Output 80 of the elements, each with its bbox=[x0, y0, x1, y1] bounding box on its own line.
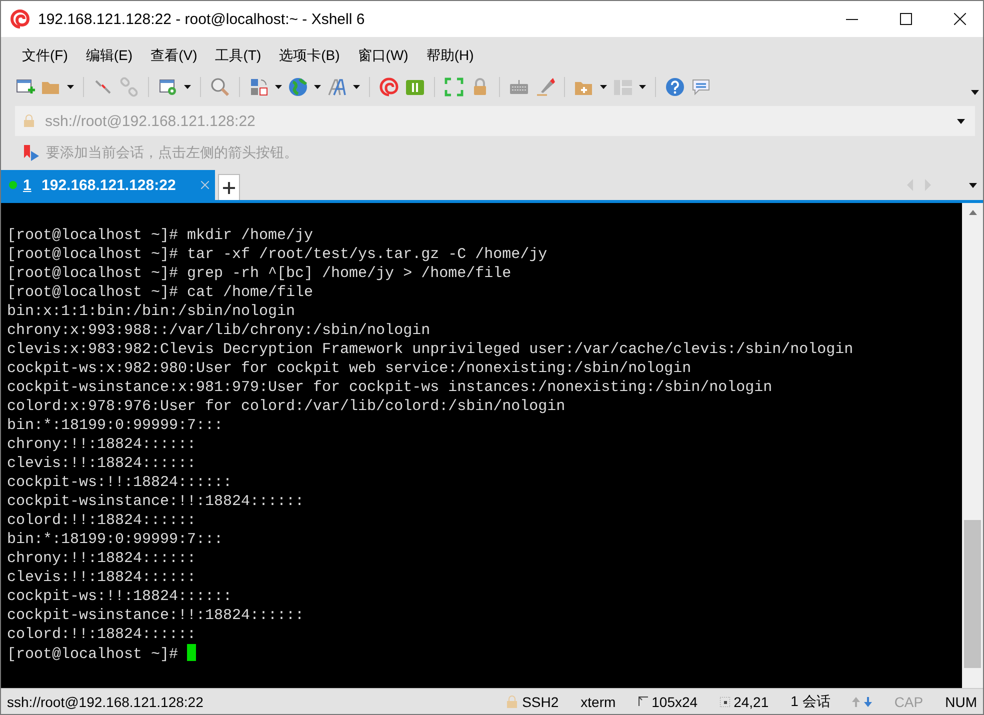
terminal-size-text: 105x24 bbox=[652, 694, 698, 710]
terminal-line: colord:!!:18824:::::: bbox=[7, 511, 198, 530]
cursor bbox=[187, 644, 196, 661]
caret-icon[interactable] bbox=[353, 85, 360, 89]
terminal-line: [root@localhost ~]# mkdir /home/jy bbox=[7, 226, 314, 245]
new-tab-button[interactable] bbox=[218, 174, 240, 200]
caret-icon[interactable] bbox=[67, 85, 74, 89]
maximize-icon[interactable] bbox=[900, 13, 912, 25]
protocol-text: SSH2 bbox=[522, 694, 559, 710]
minimize-icon[interactable] bbox=[846, 18, 858, 20]
font-icon[interactable] bbox=[327, 77, 347, 97]
spiral-icon[interactable] bbox=[379, 77, 399, 97]
caret-icon[interactable] bbox=[184, 85, 191, 89]
highlighter-icon[interactable] bbox=[535, 77, 555, 97]
terminal-line: cockpit-wsinstance:x:981:979:User for cockpit-ws instances:/nonexisting:/sbin/nologin bbox=[7, 378, 774, 397]
menu-item[interactable]: 帮助(H) bbox=[417, 47, 483, 65]
terminal-line: clevis:!!:18824:::::: bbox=[7, 568, 198, 587]
terminal-type-text: xterm bbox=[580, 694, 616, 710]
menu-item[interactable]: 文件(F) bbox=[13, 47, 77, 65]
properties-icon[interactable] bbox=[158, 77, 178, 97]
terminal-line: cockpit-wsinstance:!!:18824:::::: bbox=[7, 606, 306, 625]
connection-text: ssh://root@192.168.121.128:22 bbox=[7, 694, 204, 710]
up-arrow-icon bbox=[852, 696, 860, 706]
terminal-line: cockpit-ws:x:982:980:User for cockpit web service:/nonexisting:/sbin/nologin bbox=[7, 359, 692, 378]
session-count-text: 1 会话 bbox=[790, 692, 830, 710]
terminal-line: chrony:x:993:988::/var/lib/chrony:/sbin/nologin bbox=[7, 321, 432, 340]
terminal-line: [root@localhost ~]# tar -xf /root/test/ys.tar.gz -C /home/jy bbox=[7, 245, 548, 264]
tile-icon[interactable] bbox=[613, 77, 633, 97]
cursor-position-icon bbox=[720, 696, 730, 706]
caret-icon[interactable] bbox=[600, 85, 607, 89]
terminal-line: colord:!!:18824:::::: bbox=[7, 625, 198, 644]
menu-item[interactable]: 窗口(W) bbox=[348, 47, 418, 65]
caps-lock-indicator: CAP bbox=[894, 694, 924, 710]
fullscreen-icon[interactable] bbox=[444, 77, 464, 97]
cursor-position-text: 24,21 bbox=[734, 694, 769, 710]
arrow-icon[interactable] bbox=[23, 144, 40, 162]
caret-icon[interactable] bbox=[275, 85, 282, 89]
terminal-line: cockpit-ws:!!:18824:::::: bbox=[7, 473, 234, 492]
terminal-line: bin:x:1:1:bin:/bin:/sbin/nologin bbox=[7, 302, 296, 321]
lock-icon bbox=[23, 114, 35, 128]
resize-icon bbox=[638, 696, 648, 707]
lock-icon bbox=[506, 694, 518, 708]
session-tab[interactable]: 1 192.168.121.128:22 bbox=[1, 170, 215, 200]
terminal-line: clevis:!!:18824:::::: bbox=[7, 454, 198, 473]
down-arrow-icon bbox=[864, 696, 872, 706]
menu-item[interactable]: 选项卡(B) bbox=[270, 47, 349, 65]
terminal-prompt: [root@localhost ~]# bbox=[7, 646, 180, 663]
app-logo-icon bbox=[10, 9, 30, 29]
caret-icon[interactable] bbox=[971, 90, 979, 95]
window-title: 192.168.121.128:22 - root@localhost:~ - Xshell 6 bbox=[38, 10, 366, 28]
dropdown-caret-icon[interactable] bbox=[957, 118, 965, 124]
up-arrow-icon[interactable] bbox=[968, 210, 976, 215]
keyboard-icon[interactable] bbox=[509, 77, 529, 97]
menu-item[interactable]: 编辑(E) bbox=[76, 47, 142, 65]
caret-icon[interactable] bbox=[969, 182, 977, 188]
scrollbar-thumb[interactable] bbox=[964, 520, 981, 668]
plus-icon[interactable] bbox=[223, 182, 235, 194]
scrollbar[interactable] bbox=[962, 203, 983, 688]
close-icon[interactable] bbox=[954, 13, 966, 25]
terminal-line: chrony:!!:18824:::::: bbox=[7, 549, 198, 568]
menu-item[interactable]: 查看(V) bbox=[142, 47, 206, 65]
num-lock-indicator: NUM bbox=[945, 694, 977, 710]
terminal-line: chrony:!!:18824:::::: bbox=[7, 435, 198, 454]
layout-icon[interactable] bbox=[249, 77, 269, 97]
globe-icon[interactable] bbox=[288, 77, 308, 97]
help-icon[interactable] bbox=[665, 77, 685, 97]
chat-icon[interactable] bbox=[691, 77, 711, 97]
terminal-line: cockpit-wsinstance:!!:18824:::::: bbox=[7, 492, 306, 511]
terminal-line: clevis:x:983:982:Clevis Decryption Framework unprivileged user:/var/cache/clevis:/sbin/nologin bbox=[7, 340, 854, 359]
terminal-line: colord:x:978:976:User for colord:/var/lib/colord:/sbin/nologin bbox=[7, 397, 566, 416]
terminal-line: bin:*:18199:0:99999:7::: bbox=[7, 530, 224, 549]
terminal-line: [root@localhost ~]# grep -rh ^[bc] /home/jy > /home/file bbox=[7, 264, 512, 283]
terminal-line: cockpit-ws:!!:18824:::::: bbox=[7, 587, 234, 606]
hint-text: 要添加当前会话，点击左侧的箭头按钮。 bbox=[46, 144, 298, 162]
terminal-line: bin:*:18199:0:99999:7::: bbox=[7, 416, 224, 435]
terminal-line: [root@localhost ~]# cat /home/file bbox=[7, 283, 314, 302]
caret-icon[interactable] bbox=[314, 85, 321, 89]
menu-item[interactable]: 工具(T) bbox=[206, 47, 270, 65]
search-icon[interactable] bbox=[210, 77, 230, 97]
caret-icon[interactable] bbox=[639, 85, 646, 89]
